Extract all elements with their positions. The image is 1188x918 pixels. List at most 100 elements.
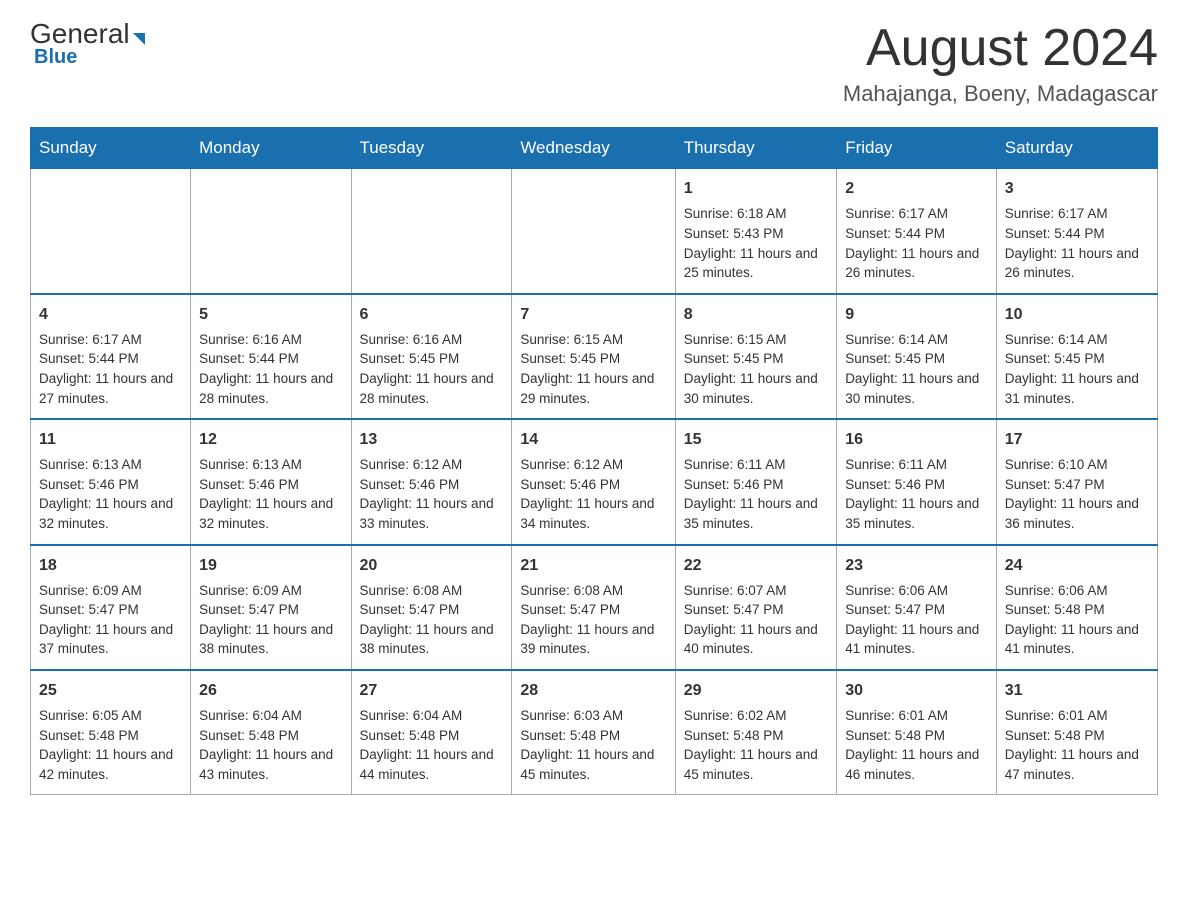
calendar-day-header: Sunday — [31, 128, 191, 169]
calendar-cell: 4Sunrise: 6:17 AMSunset: 5:44 PMDaylight… — [31, 294, 191, 419]
day-info-line: Sunset: 5:47 PM — [520, 600, 666, 620]
day-number: 9 — [845, 303, 988, 326]
day-number: 5 — [199, 303, 342, 326]
calendar-cell: 30Sunrise: 6:01 AMSunset: 5:48 PMDayligh… — [837, 670, 997, 795]
day-number: 29 — [684, 679, 828, 702]
calendar-day-header: Thursday — [675, 128, 836, 169]
day-info-line: Sunset: 5:46 PM — [845, 475, 988, 495]
day-number: 19 — [199, 554, 342, 577]
day-info-line: Daylight: 11 hours and 35 minutes. — [845, 494, 988, 533]
calendar-cell: 14Sunrise: 6:12 AMSunset: 5:46 PMDayligh… — [512, 419, 675, 544]
day-number: 14 — [520, 428, 666, 451]
day-number: 2 — [845, 177, 988, 200]
day-info-line: Daylight: 11 hours and 41 minutes. — [1005, 620, 1149, 659]
day-info-line: Daylight: 11 hours and 45 minutes. — [520, 745, 666, 784]
calendar-cell: 16Sunrise: 6:11 AMSunset: 5:46 PMDayligh… — [837, 419, 997, 544]
calendar-cell: 9Sunrise: 6:14 AMSunset: 5:45 PMDaylight… — [837, 294, 997, 419]
day-number: 21 — [520, 554, 666, 577]
calendar-cell: 13Sunrise: 6:12 AMSunset: 5:46 PMDayligh… — [351, 419, 512, 544]
calendar-cell — [31, 169, 191, 294]
calendar-cell: 5Sunrise: 6:16 AMSunset: 5:44 PMDaylight… — [191, 294, 351, 419]
day-info-line: Sunset: 5:47 PM — [845, 600, 988, 620]
day-number: 16 — [845, 428, 988, 451]
day-number: 13 — [360, 428, 504, 451]
calendar-cell: 11Sunrise: 6:13 AMSunset: 5:46 PMDayligh… — [31, 419, 191, 544]
day-number: 8 — [684, 303, 828, 326]
day-info-line: Daylight: 11 hours and 29 minutes. — [520, 369, 666, 408]
calendar-cell — [191, 169, 351, 294]
calendar-week-row: 18Sunrise: 6:09 AMSunset: 5:47 PMDayligh… — [31, 545, 1158, 670]
calendar-cell: 8Sunrise: 6:15 AMSunset: 5:45 PMDaylight… — [675, 294, 836, 419]
day-info-line: Sunrise: 6:06 AM — [845, 581, 988, 601]
day-number: 7 — [520, 303, 666, 326]
day-info-line: Daylight: 11 hours and 37 minutes. — [39, 620, 182, 659]
day-info-line: Sunrise: 6:10 AM — [1005, 455, 1149, 475]
calendar-cell: 15Sunrise: 6:11 AMSunset: 5:46 PMDayligh… — [675, 419, 836, 544]
calendar-cell: 7 Sunrise: 6:15 AMSunset: 5:45 PMDaylight… — [512, 294, 675, 419]
calendar-day-header: Wednesday — [512, 128, 675, 169]
calendar-cell — [351, 169, 512, 294]
day-info-line: Sunrise: 6:01 AM — [845, 706, 988, 726]
day-info-line: Sunrise: 6:07 AM — [684, 581, 828, 601]
calendar-week-row: 25Sunrise: 6:05 AMSunset: 5:48 PMDayligh… — [31, 670, 1158, 795]
calendar-cell: 24Sunrise: 6:06 AMSunset: 5:48 PMDayligh… — [996, 545, 1157, 670]
day-info-line: Sunset: 5:44 PM — [199, 349, 342, 369]
month-title: August 2024 — [843, 20, 1158, 77]
day-number: 11 — [39, 428, 182, 451]
day-info-line: Daylight: 11 hours and 32 minutes. — [199, 494, 342, 533]
day-info-line: Daylight: 11 hours and 33 minutes. — [360, 494, 504, 533]
title-block: August 2024 Mahajanga, Boeny, Madagascar — [843, 20, 1158, 107]
day-info-line: Sunset: 5:45 PM — [520, 349, 666, 369]
day-number: 26 — [199, 679, 342, 702]
calendar-day-header: Tuesday — [351, 128, 512, 169]
day-info-line: Sunset: 5:48 PM — [1005, 726, 1149, 746]
day-info-line: Daylight: 11 hours and 28 minutes. — [360, 369, 504, 408]
day-info-line: Daylight: 11 hours and 39 minutes. — [520, 620, 666, 659]
day-info-line: Sunset: 5:47 PM — [360, 600, 504, 620]
day-info-line: Sunset: 5:45 PM — [1005, 349, 1149, 369]
calendar-cell: 25Sunrise: 6:05 AMSunset: 5:48 PMDayligh… — [31, 670, 191, 795]
day-info-line: Sunrise: 6:06 AM — [1005, 581, 1149, 601]
day-info-line: Daylight: 11 hours and 35 minutes. — [684, 494, 828, 533]
day-info-line: Sunset: 5:46 PM — [684, 475, 828, 495]
day-info-line: Sunset: 5:46 PM — [199, 475, 342, 495]
day-info-line: Sunset: 5:48 PM — [684, 726, 828, 746]
day-info-line: Sunset: 5:44 PM — [39, 349, 182, 369]
day-number: 24 — [1005, 554, 1149, 577]
day-info-line: Sunrise: 6:08 AM — [360, 581, 504, 601]
day-info-line: Daylight: 11 hours and 44 minutes. — [360, 745, 504, 784]
day-number: 15 — [684, 428, 828, 451]
day-info-line: Daylight: 11 hours and 25 minutes. — [684, 244, 828, 283]
day-number: 3 — [1005, 177, 1149, 200]
calendar-cell: 6 Sunrise: 6:16 AMSunset: 5:45 PMDaylight… — [351, 294, 512, 419]
day-info-line: Sunset: 5:45 PM — [360, 349, 504, 369]
day-info-line: Sunrise: 6:04 AM — [199, 706, 342, 726]
day-info-line: Sunrise: 6:13 AM — [199, 455, 342, 475]
day-number: 23 — [845, 554, 988, 577]
day-info-line: Sunrise: 6:04 AM — [360, 706, 504, 726]
day-number: 25 — [39, 679, 182, 702]
day-info-line: Sunrise: 6:03 AM — [520, 706, 666, 726]
day-info-line: Sunset: 5:48 PM — [845, 726, 988, 746]
day-number: 12 — [199, 428, 342, 451]
day-info-line: Daylight: 11 hours and 26 minutes. — [1005, 244, 1149, 283]
day-info-line: Daylight: 11 hours and 38 minutes. — [199, 620, 342, 659]
day-info-line: Sunset: 5:45 PM — [684, 349, 828, 369]
day-number: 10 — [1005, 303, 1149, 326]
day-info-line: Sunset: 5:46 PM — [360, 475, 504, 495]
day-number: 6 — [360, 303, 504, 326]
location-text: Mahajanga, Boeny, Madagascar — [843, 81, 1158, 107]
calendar-week-row: 1Sunrise: 6:18 AMSunset: 5:43 PMDaylight… — [31, 169, 1158, 294]
day-info-line: Sunrise: 6:18 AM — [684, 204, 828, 224]
day-number: 28 — [520, 679, 666, 702]
day-info-line: Sunrise: 6:17 AM — [1005, 204, 1149, 224]
day-info-line: Daylight: 11 hours and 45 minutes. — [684, 745, 828, 784]
day-info-line: Sunrise: 6:15 AM — [684, 330, 828, 350]
day-info-line: Sunset: 5:44 PM — [1005, 224, 1149, 244]
day-info-line: Sunrise: 6:16 AM — [360, 330, 504, 350]
day-info-line: Sunrise: 6:15 AM — [520, 330, 666, 350]
day-info-line: Sunset: 5:47 PM — [1005, 475, 1149, 495]
calendar-cell: 12 Sunrise: 6:13 AMSunset: 5:46 PMDayligh… — [191, 419, 351, 544]
day-info-line: Sunrise: 6:17 AM — [39, 330, 182, 350]
day-info-line: Daylight: 11 hours and 34 minutes. — [520, 494, 666, 533]
